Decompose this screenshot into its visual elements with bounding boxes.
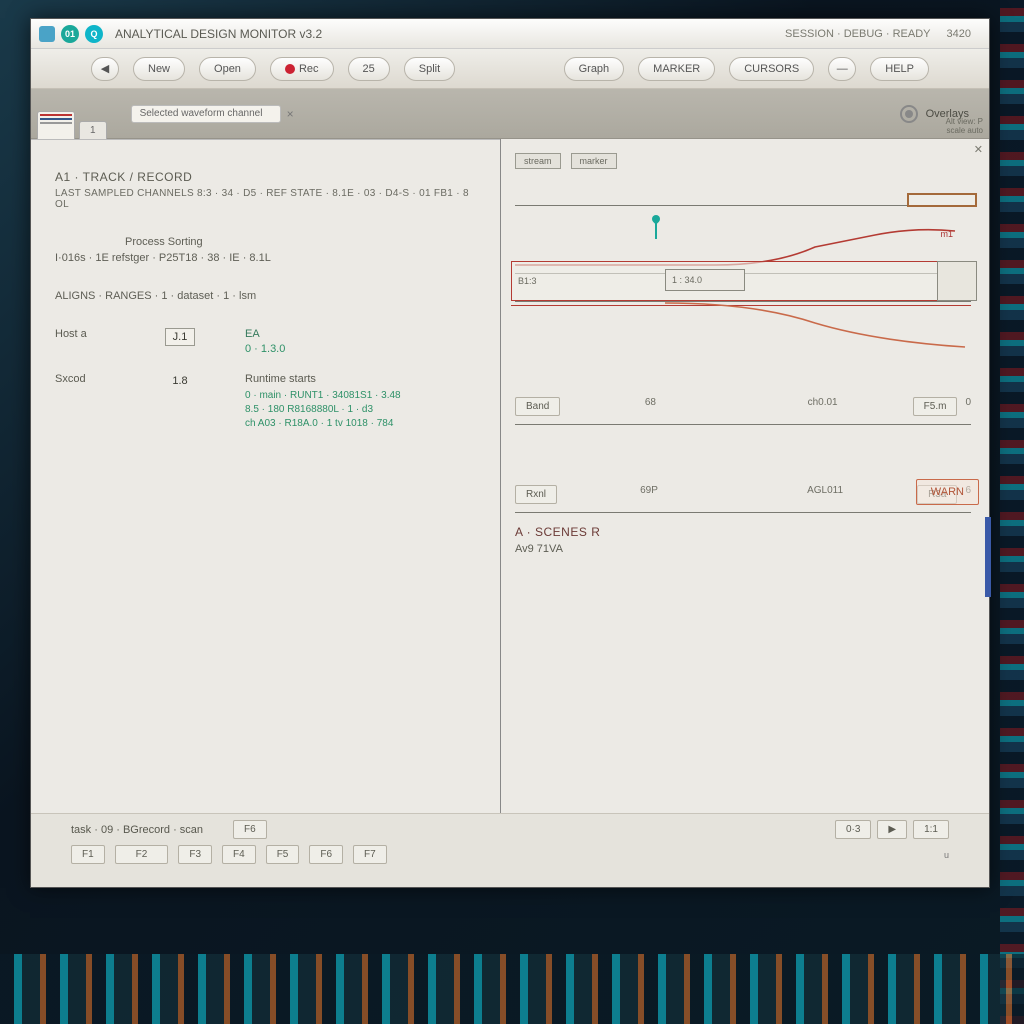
- colb-2: 69P: [565, 485, 733, 504]
- track-segment-a: [907, 193, 977, 207]
- host-label: Host a: [55, 328, 115, 340]
- glitch-edge-right: [1000, 0, 1024, 1024]
- main-toolbar: ◀ New Open Rec 25 Split Graph MARKER CUR…: [31, 49, 989, 89]
- preset-button[interactable]: 25: [348, 57, 390, 81]
- legend-stream[interactable]: stream: [515, 153, 561, 169]
- ribbon-meta-2: scale auto: [946, 127, 983, 136]
- fkey-2[interactable]: F2: [115, 845, 169, 864]
- section-1-subtitle: LAST SAMPLED CHANNELS 8:3 · 34 · D5 · RE…: [55, 188, 476, 210]
- track-inner-label: 1 : 34.0: [672, 275, 702, 285]
- scrollbar-thumb[interactable]: [985, 517, 991, 597]
- ribbon-meta: Alt view: P scale auto: [946, 118, 983, 136]
- titlebar: 01 Q ANALYTICAL DESIGN MONITOR v3.2 SESS…: [31, 19, 989, 49]
- section-1-title: A1 · TRACK / RECORD: [55, 170, 476, 184]
- section-track-record: A1 · TRACK / RECORD LAST SAMPLED CHANNEL…: [55, 170, 476, 210]
- record-button[interactable]: Rec: [270, 57, 334, 81]
- sxcod-label: Sxcod: [55, 373, 115, 385]
- waveform-diagram[interactable]: m1 B1:3 1 : 34.0: [515, 177, 971, 377]
- channel-selector[interactable]: Selected waveform channel: [131, 105, 281, 123]
- sxcod-value: 1.8: [165, 373, 195, 389]
- close-field-icon[interactable]: ×: [287, 107, 294, 121]
- warn-callout[interactable]: WARN: [916, 479, 979, 505]
- column-row-2: Rxnl 69P AGL011 R3a 6: [515, 485, 971, 504]
- footer-unit: u: [944, 850, 949, 860]
- session-counter: 3420: [947, 28, 971, 40]
- section-3-line: ALIGNS · RANGES · 1 · dataset · 1 · lsm: [55, 290, 476, 302]
- colb-1[interactable]: Rxnl: [515, 485, 557, 504]
- runtime-line-1: 0 · main · RUNT1 · 34081S1 · 3.48: [245, 390, 401, 401]
- app-window: 01 Q ANALYTICAL DESIGN MONITOR v3.2 SESS…: [30, 18, 990, 888]
- column-row-1: Band 68 ch0.01 F5.m 0: [515, 397, 971, 416]
- track-inner: 1 : 34.0: [665, 269, 745, 291]
- fkey-1[interactable]: F1: [71, 845, 105, 864]
- footer-play-icon[interactable]: ▶: [877, 820, 907, 839]
- glitch-edge-bottom: [0, 954, 1024, 1024]
- graph-pane: ✕ stream marker m1 B1:3: [501, 139, 989, 847]
- section-2-label: Process Sorting: [55, 236, 476, 248]
- status-footer: task · 09 · BGrecord · scan F6 0·3 ▶ 1:1…: [31, 813, 989, 887]
- fkey-6[interactable]: F6: [309, 845, 343, 864]
- info-pane: A1 · TRACK / RECORD LAST SAMPLED CHANNEL…: [31, 139, 501, 847]
- new-button[interactable]: New: [133, 57, 185, 81]
- col-4[interactable]: F5.m: [913, 397, 958, 416]
- col-2: 68: [568, 397, 732, 416]
- scenes-panel-title: A · SCENES R: [515, 525, 600, 539]
- col-1[interactable]: Band: [515, 397, 560, 416]
- session-badge-2: Q: [85, 25, 103, 43]
- sxcod-row: Sxcod 1.8 Runtime starts 0 · main · RUNT…: [55, 373, 476, 429]
- tab-well: 1: [31, 89, 111, 138]
- split-button[interactable]: Split: [404, 57, 455, 81]
- host-value-box[interactable]: J.1: [165, 328, 195, 346]
- marker-button[interactable]: MARKER: [638, 57, 715, 81]
- runtime-line-3: ch A03 · R18A.0 · 1 tv 1018 · 784: [245, 418, 401, 429]
- colb-3: AGL011: [741, 485, 909, 504]
- document-tab-1[interactable]: 1: [79, 121, 107, 139]
- host-ext-1: EA: [245, 328, 285, 340]
- host-ext-2: 0 · 1.3.0: [245, 343, 285, 355]
- section-2-line: I·016s · 1E refstger · P25T18 · 38 · IE …: [55, 252, 476, 264]
- footer-chip-a[interactable]: F6: [233, 820, 267, 839]
- section-aligns: ALIGNS · RANGES · 1 · dataset · 1 · lsm: [55, 290, 476, 302]
- track-end-cap: [937, 261, 977, 301]
- nav-back-button[interactable]: ◀: [91, 57, 119, 81]
- document-tab-thumb[interactable]: [37, 111, 75, 139]
- help-button[interactable]: HELP: [870, 57, 929, 81]
- document-ribbon: 1 Selected waveform channel × Overlays A…: [31, 89, 989, 139]
- open-button[interactable]: Open: [199, 57, 256, 81]
- graph-button[interactable]: Graph: [564, 57, 625, 81]
- cursors-button[interactable]: CURSORS: [729, 57, 814, 81]
- fkey-4[interactable]: F4: [222, 845, 256, 864]
- footer-zoom[interactable]: 0·3: [835, 820, 871, 839]
- runtime-title: Runtime starts: [245, 373, 401, 385]
- runtime-line-2: 8.5 · 180 R8168880L · 1 · d3: [245, 404, 401, 415]
- pane-close-icon[interactable]: ✕: [974, 143, 983, 156]
- host-row: Host a J.1 EA 0 · 1.3.0: [55, 328, 476, 355]
- fkey-7[interactable]: F7: [353, 845, 387, 864]
- scenes-panel-sub: Av9 71VA: [515, 543, 563, 555]
- overlay-toggle-icon[interactable]: [900, 105, 918, 123]
- fkey-5[interactable]: F5: [266, 845, 300, 864]
- track-main-label-1: B1:3: [518, 276, 537, 286]
- footer-ratio[interactable]: 1:1: [913, 820, 949, 839]
- col-5: 0: [965, 397, 971, 416]
- section-process: Process Sorting I·016s · 1E refstger · P…: [55, 236, 476, 264]
- footer-status-text: task · 09 · BGrecord · scan: [71, 824, 203, 836]
- legend-row: stream marker: [515, 153, 971, 169]
- fkey-3[interactable]: F3: [178, 845, 212, 864]
- session-badge-1: 01: [61, 25, 79, 43]
- waveform-curve-2: [515, 297, 975, 367]
- col-3: ch0.01: [741, 397, 905, 416]
- collapse-button[interactable]: —: [828, 57, 856, 81]
- status-hint: SESSION · DEBUG · READY: [785, 28, 930, 40]
- content-split: A1 · TRACK / RECORD LAST SAMPLED CHANNEL…: [31, 139, 989, 847]
- legend-marker[interactable]: marker: [571, 153, 617, 169]
- window-title: ANALYTICAL DESIGN MONITOR v3.2: [115, 27, 779, 41]
- app-logo-icon: [39, 26, 55, 42]
